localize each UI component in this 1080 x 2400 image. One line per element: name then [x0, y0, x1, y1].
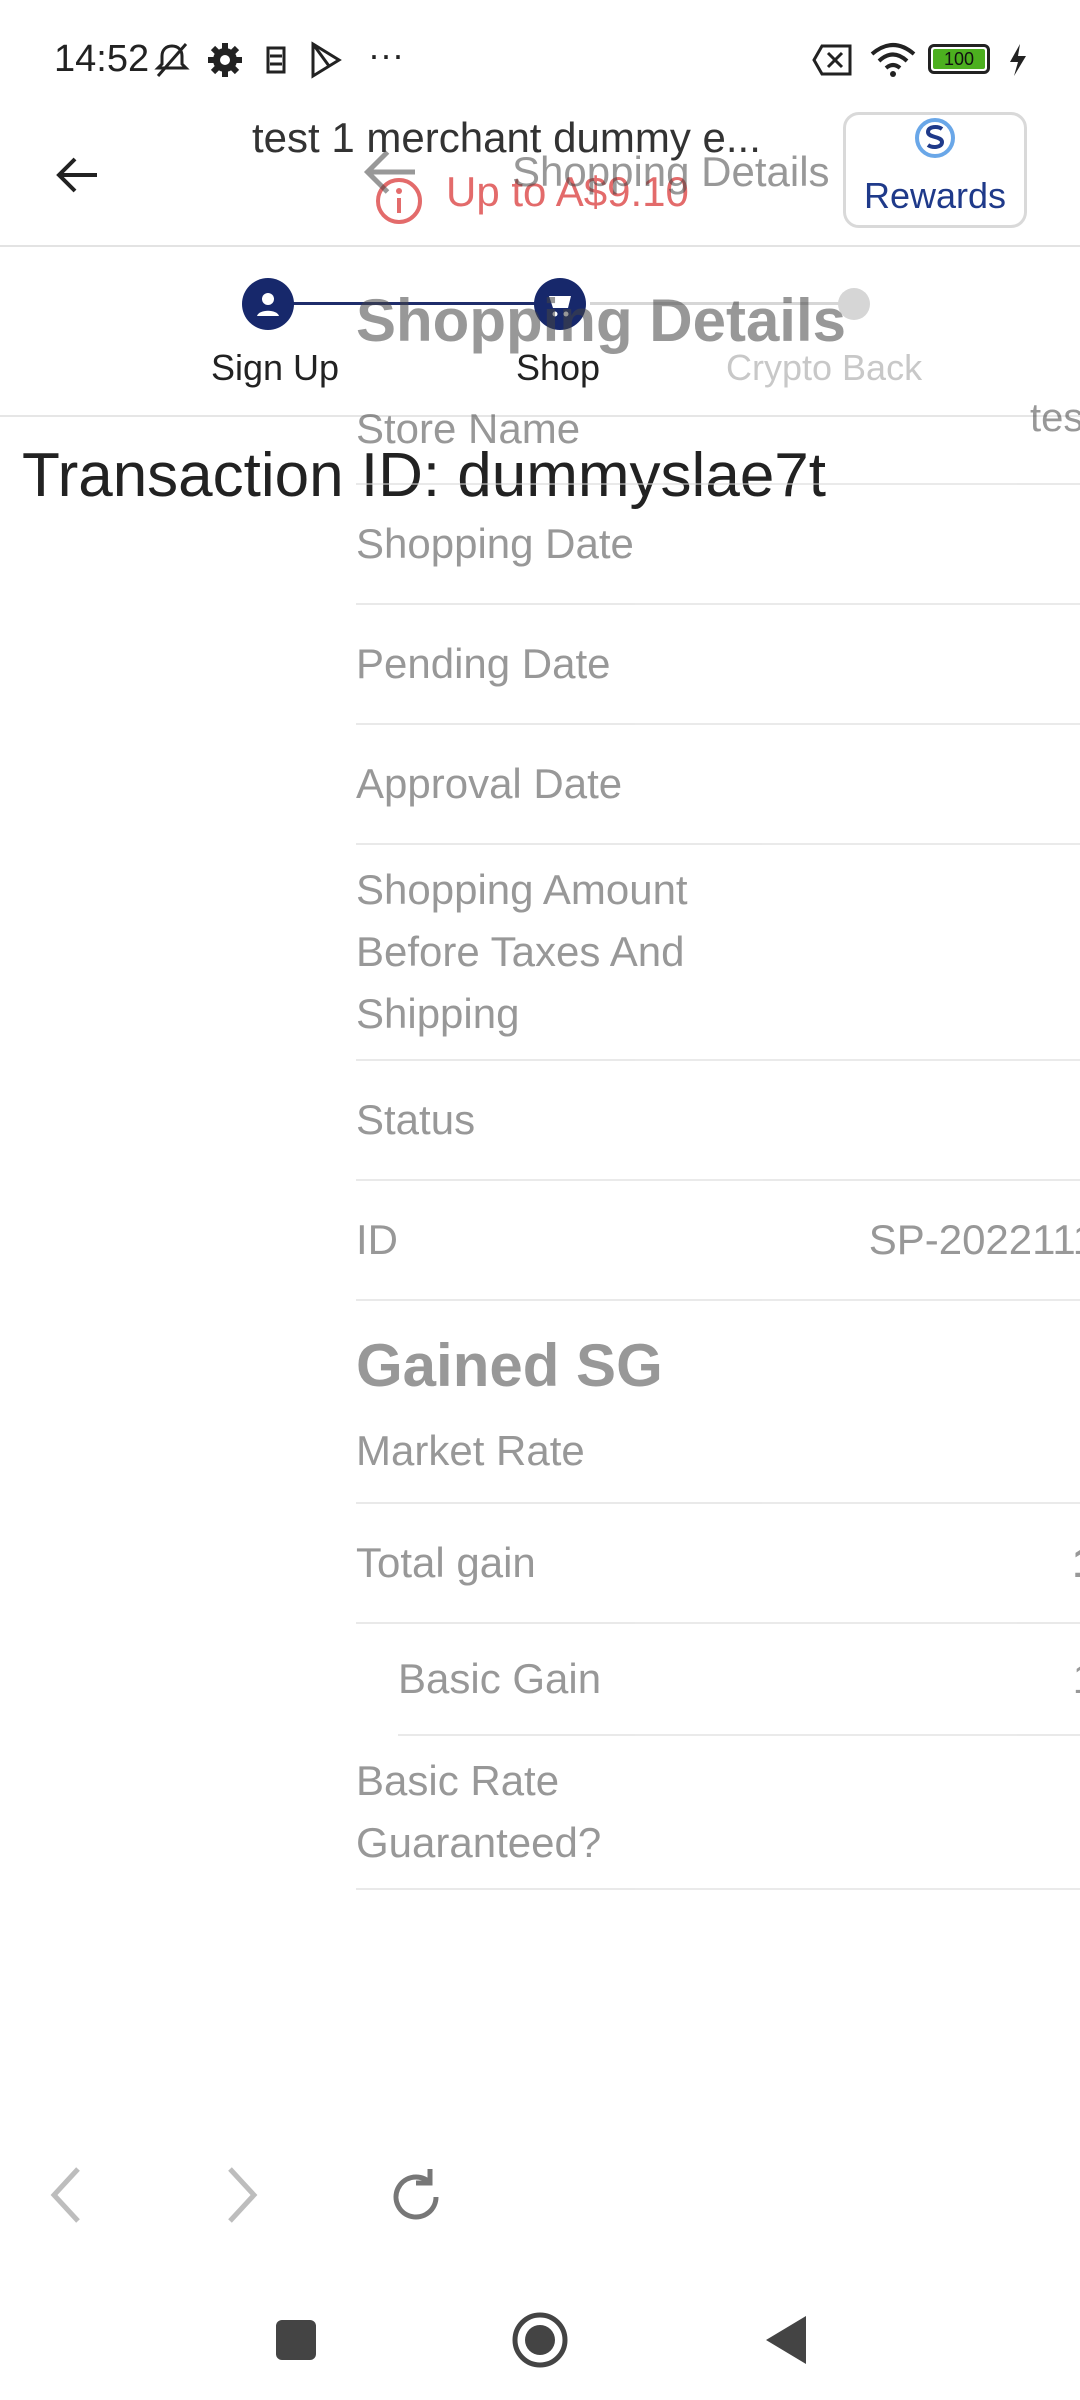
row-value: SP-2022111 [868, 1216, 1080, 1263]
browser-forward-button[interactable] [180, 2130, 300, 2260]
sim-off-icon [812, 44, 852, 76]
system-nav-bar [0, 2270, 1080, 2400]
charging-icon [1010, 44, 1026, 76]
cart-icon [549, 296, 571, 317]
gained-row-total-gain: Total gain 1 [356, 1504, 1080, 1624]
page-title: test 1 merchant dummy e... [252, 114, 761, 161]
home-icon [512, 2312, 568, 2368]
back-triangle-icon [766, 2316, 806, 2364]
row-label: Status [356, 1096, 476, 1143]
step-signup-dot [242, 278, 294, 330]
row-label: Shopping Amount Before Taxes And Shippin… [356, 866, 688, 1037]
clock: 14:52 [54, 38, 150, 80]
row-value: 1 [1073, 1655, 1080, 1703]
home-button[interactable] [500, 2300, 580, 2380]
step-shop-label: Shop [516, 347, 601, 388]
step-cryptoback-dot [838, 288, 870, 320]
back-button[interactable] [40, 138, 114, 212]
chevron-left-icon [50, 2167, 80, 2223]
row-label: Total gain [356, 1539, 536, 1586]
status-bar: 14:52 ··· 100 [0, 0, 1080, 110]
chevron-right-icon [228, 2167, 258, 2223]
step-connector-done [290, 302, 560, 305]
play-store-icon [311, 41, 342, 79]
gained-row-market-rate: Market Rate [356, 1400, 1080, 1504]
wifi-icon [870, 43, 916, 77]
rewards-label: Rewards [863, 175, 1007, 216]
shopping-details-list: Shopping Details Store Name Shopping Dat… [356, 280, 1080, 1890]
person-icon [257, 293, 279, 316]
row-label: Basic Rate Guaranteed? [356, 1757, 602, 1866]
progress-stepper: Sign Up Shop Crypto Back [0, 245, 1080, 417]
detail-row-pending-date: Pending Date [356, 605, 1080, 725]
gained-row-basic-rate-guaranteed: Basic Rate Guaranteed? [356, 1736, 1080, 1890]
step-shop-dot [534, 278, 586, 330]
detail-row-approval-date: Approval Date [356, 725, 1080, 845]
detail-row-status: Status [356, 1061, 1080, 1181]
app-icon [266, 46, 286, 74]
more-dots-icon: ··· [368, 34, 404, 75]
browser-back-button[interactable] [8, 2130, 128, 2260]
battery-icon: 100 [928, 44, 990, 74]
row-label: Market Rate [356, 1427, 585, 1474]
recents-icon [276, 2320, 316, 2360]
transaction-id: Transaction ID: dummyslae7t [22, 441, 827, 510]
bell-off-icon [154, 43, 190, 77]
gained-sg-title: Gained SG [356, 1332, 663, 1399]
reload-icon [393, 2169, 439, 2220]
battery-level: 100 [933, 49, 985, 69]
browser-controls [0, 2130, 1080, 2260]
arrow-left-icon [56, 157, 97, 193]
reward-rate: Up to A$9.10 [446, 168, 689, 215]
gained-row-basic-gain: Basic Gain 1 [398, 1624, 1080, 1736]
row-label: Pending Date [356, 640, 611, 687]
sg-logo-icon [915, 118, 955, 158]
step-connector-pending [590, 302, 850, 305]
recents-button[interactable] [256, 2300, 336, 2380]
nav-back-button[interactable] [746, 2300, 826, 2380]
detail-row-id: ID SP-2022111 [356, 1181, 1080, 1301]
step-signup-label: Sign Up [211, 347, 340, 388]
row-value: 1 [1073, 1539, 1080, 1587]
row-label: ID [356, 1216, 398, 1263]
row-label: Basic Gain [398, 1655, 602, 1702]
detail-row-shopping-amount: Shopping Amount Before Taxes And Shippin… [356, 845, 1080, 1061]
row-label: Approval Date [356, 760, 623, 807]
row-label: Shopping Date [356, 520, 634, 567]
gear-icon [208, 43, 242, 77]
info-icon [376, 178, 422, 224]
step-cryptoback-label: Crypto Back [726, 347, 923, 388]
rewards-button[interactable]: Rewards [843, 112, 1027, 228]
header: test 1 merchant dummy e... Up to A$9.10 … [0, 110, 1080, 247]
browser-reload-button[interactable] [358, 2130, 478, 2260]
